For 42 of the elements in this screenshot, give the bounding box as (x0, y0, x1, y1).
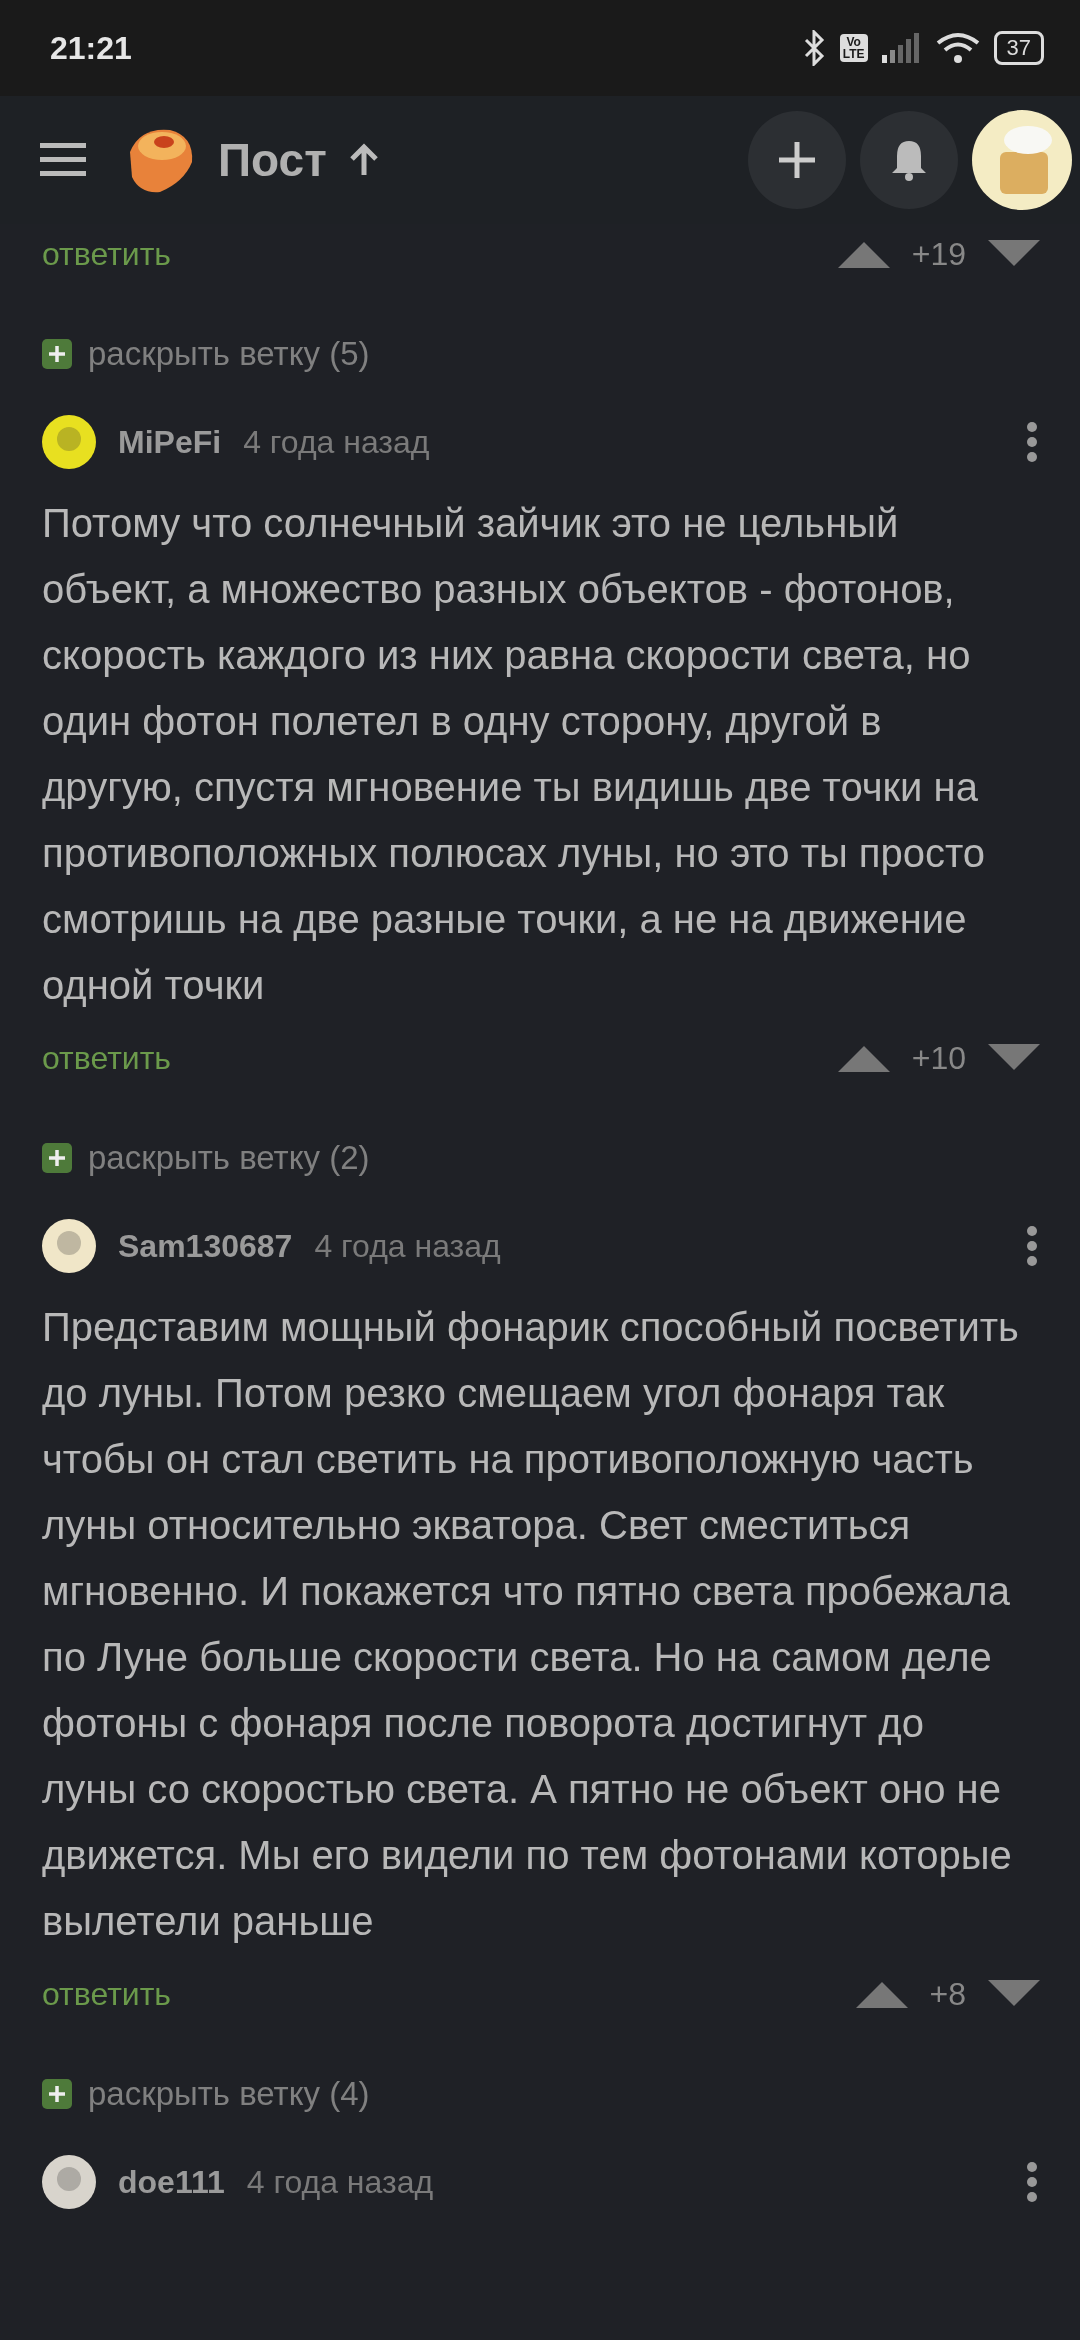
expand-thread-link[interactable]: раскрыть ветку (4) (88, 2075, 370, 2113)
comment-time: 4 года назад (314, 1227, 501, 1265)
reply-link[interactable]: ответить (42, 1039, 171, 1077)
author-name[interactable]: Sam130687 (118, 1227, 293, 1265)
status-time: 21:21 (50, 29, 132, 67)
avatar[interactable] (972, 110, 1072, 210)
plus-icon[interactable] (42, 339, 72, 369)
plus-icon[interactable] (42, 2079, 72, 2109)
comment-score: +10 (911, 1039, 966, 1077)
upvote-icon[interactable] (855, 1980, 908, 2008)
plus-icon[interactable] (42, 1143, 72, 1173)
volte-icon: Vo LTE (839, 34, 868, 62)
downvote-icon[interactable] (988, 1044, 1040, 1072)
more-icon[interactable] (1026, 421, 1038, 463)
wifi-icon (935, 31, 980, 65)
plus-icon (777, 140, 817, 180)
comment-time: 4 года назад (246, 2163, 434, 2201)
page-title: Пост (218, 133, 327, 187)
reply-link[interactable]: ответить (42, 235, 171, 273)
upvote-icon[interactable] (837, 1044, 890, 1072)
signal-icon (881, 33, 922, 63)
battery-icon: 37 (993, 31, 1044, 65)
comment-text: Потому что солнечный зайчик это не цельный объект, а множество разных объектов - фотонов, скорость каждого из них равна скорости света, но один фотон полетел в одну сторону, другой в другую, спустя мгновение ты видишь две точки на противоположных полюсах луны, но это ты просто смотришь на две разные точки, а не на движение одной точки (41, 500, 987, 1009)
author-name[interactable]: doe111 (118, 2163, 225, 2201)
downvote-icon[interactable] (988, 1980, 1040, 2008)
author-name[interactable]: MiPeFi (118, 423, 222, 461)
avatar (42, 1219, 96, 1273)
comment-text: Представим мощный фонарик способный посветить до луны. Потом резко смещаем угол фонаря так чтобы он стал светить на противоположную часть луны относительно экватора. Свет сместиться мгновенно. И покажется что пятно света пробежала по Луне больше скорости света. Но на самом деле фотоны с фонаря после поворота достигнут до луны со скоростью света. А пятно не объект оно не движется. Мы его видели по тем фотонами которые вылетели раньше (41, 1304, 1020, 1945)
avatar (42, 415, 96, 469)
arrow-up-icon[interactable] (348, 143, 379, 177)
upvote-icon[interactable] (837, 240, 890, 268)
comment-score: +8 (929, 1975, 966, 2013)
avatar (42, 2155, 96, 2209)
menu-icon[interactable] (40, 143, 86, 177)
comment-score: +19 (911, 235, 966, 273)
reply-link[interactable]: ответить (42, 1975, 171, 2013)
more-icon[interactable] (1026, 2161, 1038, 2203)
expand-thread-link[interactable]: раскрыть ветку (2) (88, 1139, 370, 1177)
more-icon[interactable] (1026, 1225, 1038, 1267)
downvote-icon[interactable] (988, 240, 1040, 268)
comment-time: 4 года назад (243, 423, 430, 461)
expand-thread-link[interactable]: раскрыть ветку (5) (88, 335, 370, 373)
